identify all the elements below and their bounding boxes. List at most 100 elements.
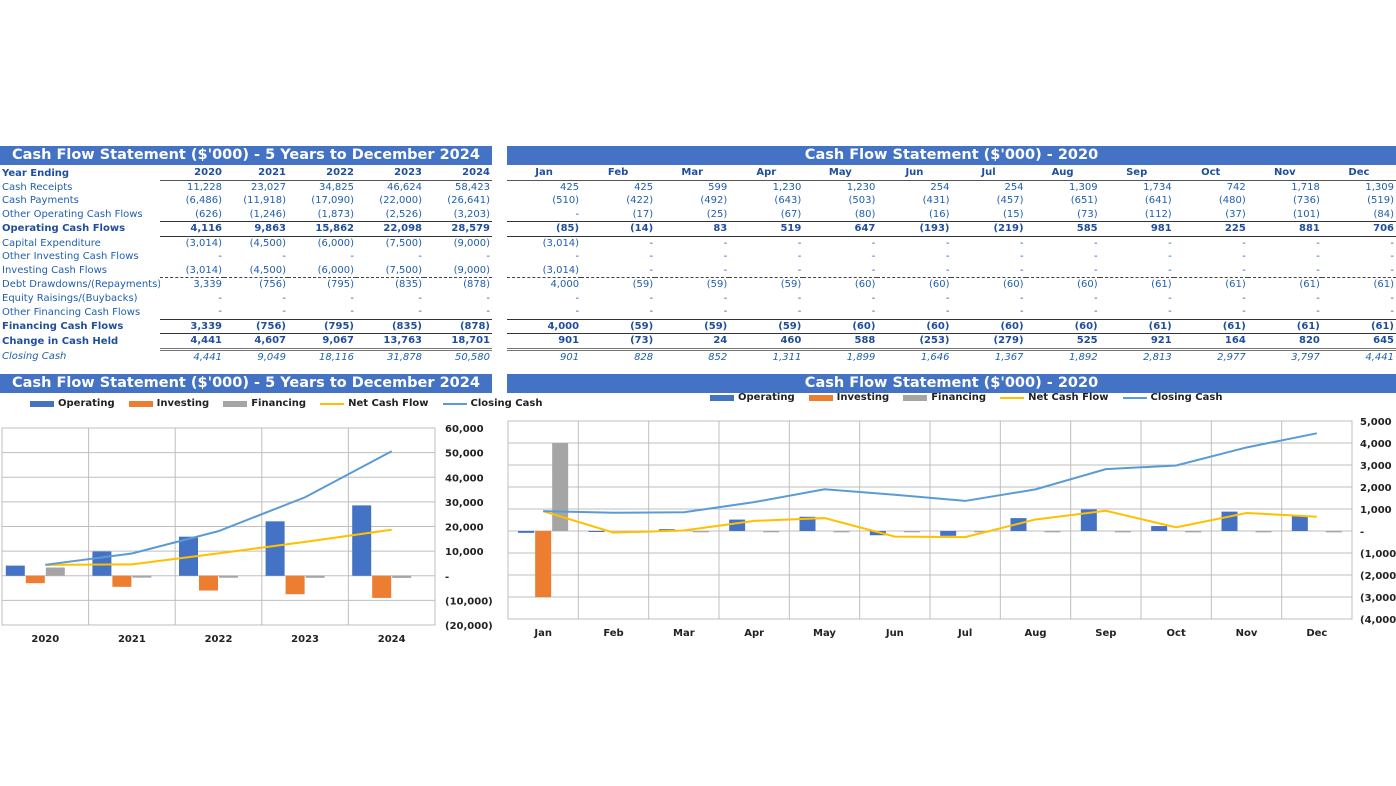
- cell-value: -: [649, 292, 654, 304]
- x-tick-label: Oct: [1167, 628, 1186, 639]
- cell-value: (878): [424, 318, 492, 334]
- bar-investing: [25, 575, 45, 584]
- bar-operating: [1291, 515, 1308, 531]
- row-label: Debt Drawdowns/(Repayments): [2, 279, 160, 290]
- bar-financing: [1044, 531, 1061, 533]
- table-row: Other Financing Cash Flows - - - - -: [0, 305, 492, 319]
- legend-item: Operating: [710, 392, 795, 403]
- bar-financing: [132, 575, 152, 578]
- table-row: Other Operating Cash Flows (626) (1,246) (1…: [0, 208, 492, 222]
- cell-value: 225: [1173, 221, 1248, 237]
- bar-financing: [45, 567, 65, 576]
- cell-value: 46,624: [387, 181, 422, 193]
- legend-line-swatch-icon: [1000, 396, 1025, 399]
- cell-value: (492): [700, 195, 728, 207]
- legend-line-swatch-icon: [1122, 396, 1147, 399]
- cell-value: (59): [581, 318, 656, 334]
- y-tick-label: 20,000: [445, 523, 484, 534]
- cell-value: 4,607: [224, 333, 288, 351]
- cell-value: (6,000): [288, 263, 356, 278]
- cell-value: 921: [1099, 333, 1174, 351]
- cell-value: (60): [803, 318, 878, 334]
- cell-value: 18,116: [319, 351, 354, 363]
- cell-value: -: [1025, 263, 1100, 278]
- cell-value: (22,000): [379, 195, 422, 207]
- cell-value: 1,230: [772, 181, 802, 193]
- cell-value: -: [951, 263, 1026, 278]
- column-header: Oct: [1173, 166, 1248, 181]
- bar-operating: [729, 519, 746, 531]
- cell-value: -: [649, 237, 654, 249]
- cell-value: -: [486, 251, 490, 263]
- bar-financing: [305, 575, 325, 578]
- cell-value: (253): [877, 333, 952, 351]
- bar-financing: [903, 531, 920, 533]
- bar-investing: [372, 575, 392, 598]
- cell-value: -: [729, 263, 804, 278]
- cell-value: -: [1390, 306, 1394, 318]
- cell-value: -: [1242, 251, 1246, 263]
- table-row: Debt Drawdowns/(Repayments) 3,339 (756) (79…: [0, 278, 492, 292]
- cell-value: -: [1094, 251, 1098, 263]
- cell-value: (7,500): [356, 263, 424, 278]
- cell-value: (61): [1299, 279, 1320, 291]
- cell-value: (25): [706, 208, 728, 220]
- cell-value: -: [418, 306, 422, 318]
- cell-value: (279): [951, 333, 1026, 351]
- cell-value: 425: [634, 181, 654, 193]
- y-tick-label: 10,000: [445, 547, 484, 558]
- x-tick-label: Nov: [1236, 628, 1258, 639]
- y-tick-label: -: [1360, 527, 1364, 538]
- cell-value: 4,116: [160, 221, 224, 237]
- column-header: Aug: [1025, 166, 1100, 181]
- cell-value: (4,500): [249, 237, 286, 249]
- cell-value: 4,441: [1365, 351, 1394, 363]
- bar-financing: [1114, 531, 1131, 533]
- x-tick-label: Feb: [603, 628, 623, 639]
- x-tick-label: Apr: [744, 628, 764, 639]
- cell-value: 3,339: [193, 279, 222, 291]
- cell-value: 34,825: [319, 181, 354, 193]
- cell-value: (643): [774, 195, 802, 207]
- cell-value: 28,579: [424, 221, 492, 237]
- y-tick-label: (2,000): [1360, 571, 1396, 582]
- cell-value: 13,763: [356, 333, 424, 351]
- column-header: 2023: [356, 166, 424, 181]
- table-row: Closing Cash 4,441 9,049 18,116 31,878 50,580: [0, 349, 492, 364]
- cell-value: -: [282, 292, 286, 304]
- cell-value: 820: [1247, 333, 1322, 351]
- cell-value: -: [1321, 263, 1396, 278]
- y-tick-label: (1,000): [1360, 549, 1396, 560]
- bar-operating: [588, 531, 605, 532]
- legend-item: Net Cash Flow: [320, 398, 429, 409]
- cell-value: -: [1094, 306, 1098, 318]
- cell-value: -: [1019, 237, 1024, 249]
- table-row: 4,000 (59) (59) (59) (60) (60) (60) (60) (61) (61…: [507, 318, 1396, 334]
- cell-value: -: [282, 251, 286, 263]
- legend-bar-swatch-icon: [808, 394, 833, 401]
- cell-value: -: [945, 251, 950, 263]
- cell-value: (480): [1218, 195, 1246, 207]
- table-row: (3,014) - - - - - - - - - - -: [507, 263, 1396, 278]
- legend-item: Closing Cash: [442, 398, 542, 409]
- y-tick-label: (20,000): [445, 621, 493, 632]
- annual-chart-legend: Operating Investing Financing Net Cash Flow…: [30, 398, 542, 409]
- column-header: Sep: [1099, 166, 1174, 181]
- column-header: 2022: [288, 166, 356, 181]
- table-row: Change in Cash Held 4,441 4,607 9,067 13,763…: [0, 333, 492, 351]
- y-tick-label: 60,000: [445, 424, 484, 435]
- cell-value: 24: [655, 333, 730, 351]
- cell-value: (641): [1144, 195, 1172, 207]
- cell-value: (14): [581, 221, 656, 237]
- cell-value: -: [1316, 306, 1320, 318]
- cell-value: (626): [195, 208, 222, 220]
- cell-value: (795): [327, 279, 354, 291]
- cell-value: -: [1168, 251, 1172, 263]
- x-tick-label: 2020: [31, 634, 59, 645]
- cell-value: 4,000: [550, 279, 580, 291]
- cell-value: (4,500): [224, 263, 288, 278]
- cell-value: 1,734: [1143, 181, 1172, 193]
- column-header: Feb: [581, 166, 656, 181]
- table-row: 425 425 599 1,230 1,230 254 254 1,309 1,734 742 1,…: [507, 180, 1396, 194]
- cell-value: (59): [706, 279, 728, 291]
